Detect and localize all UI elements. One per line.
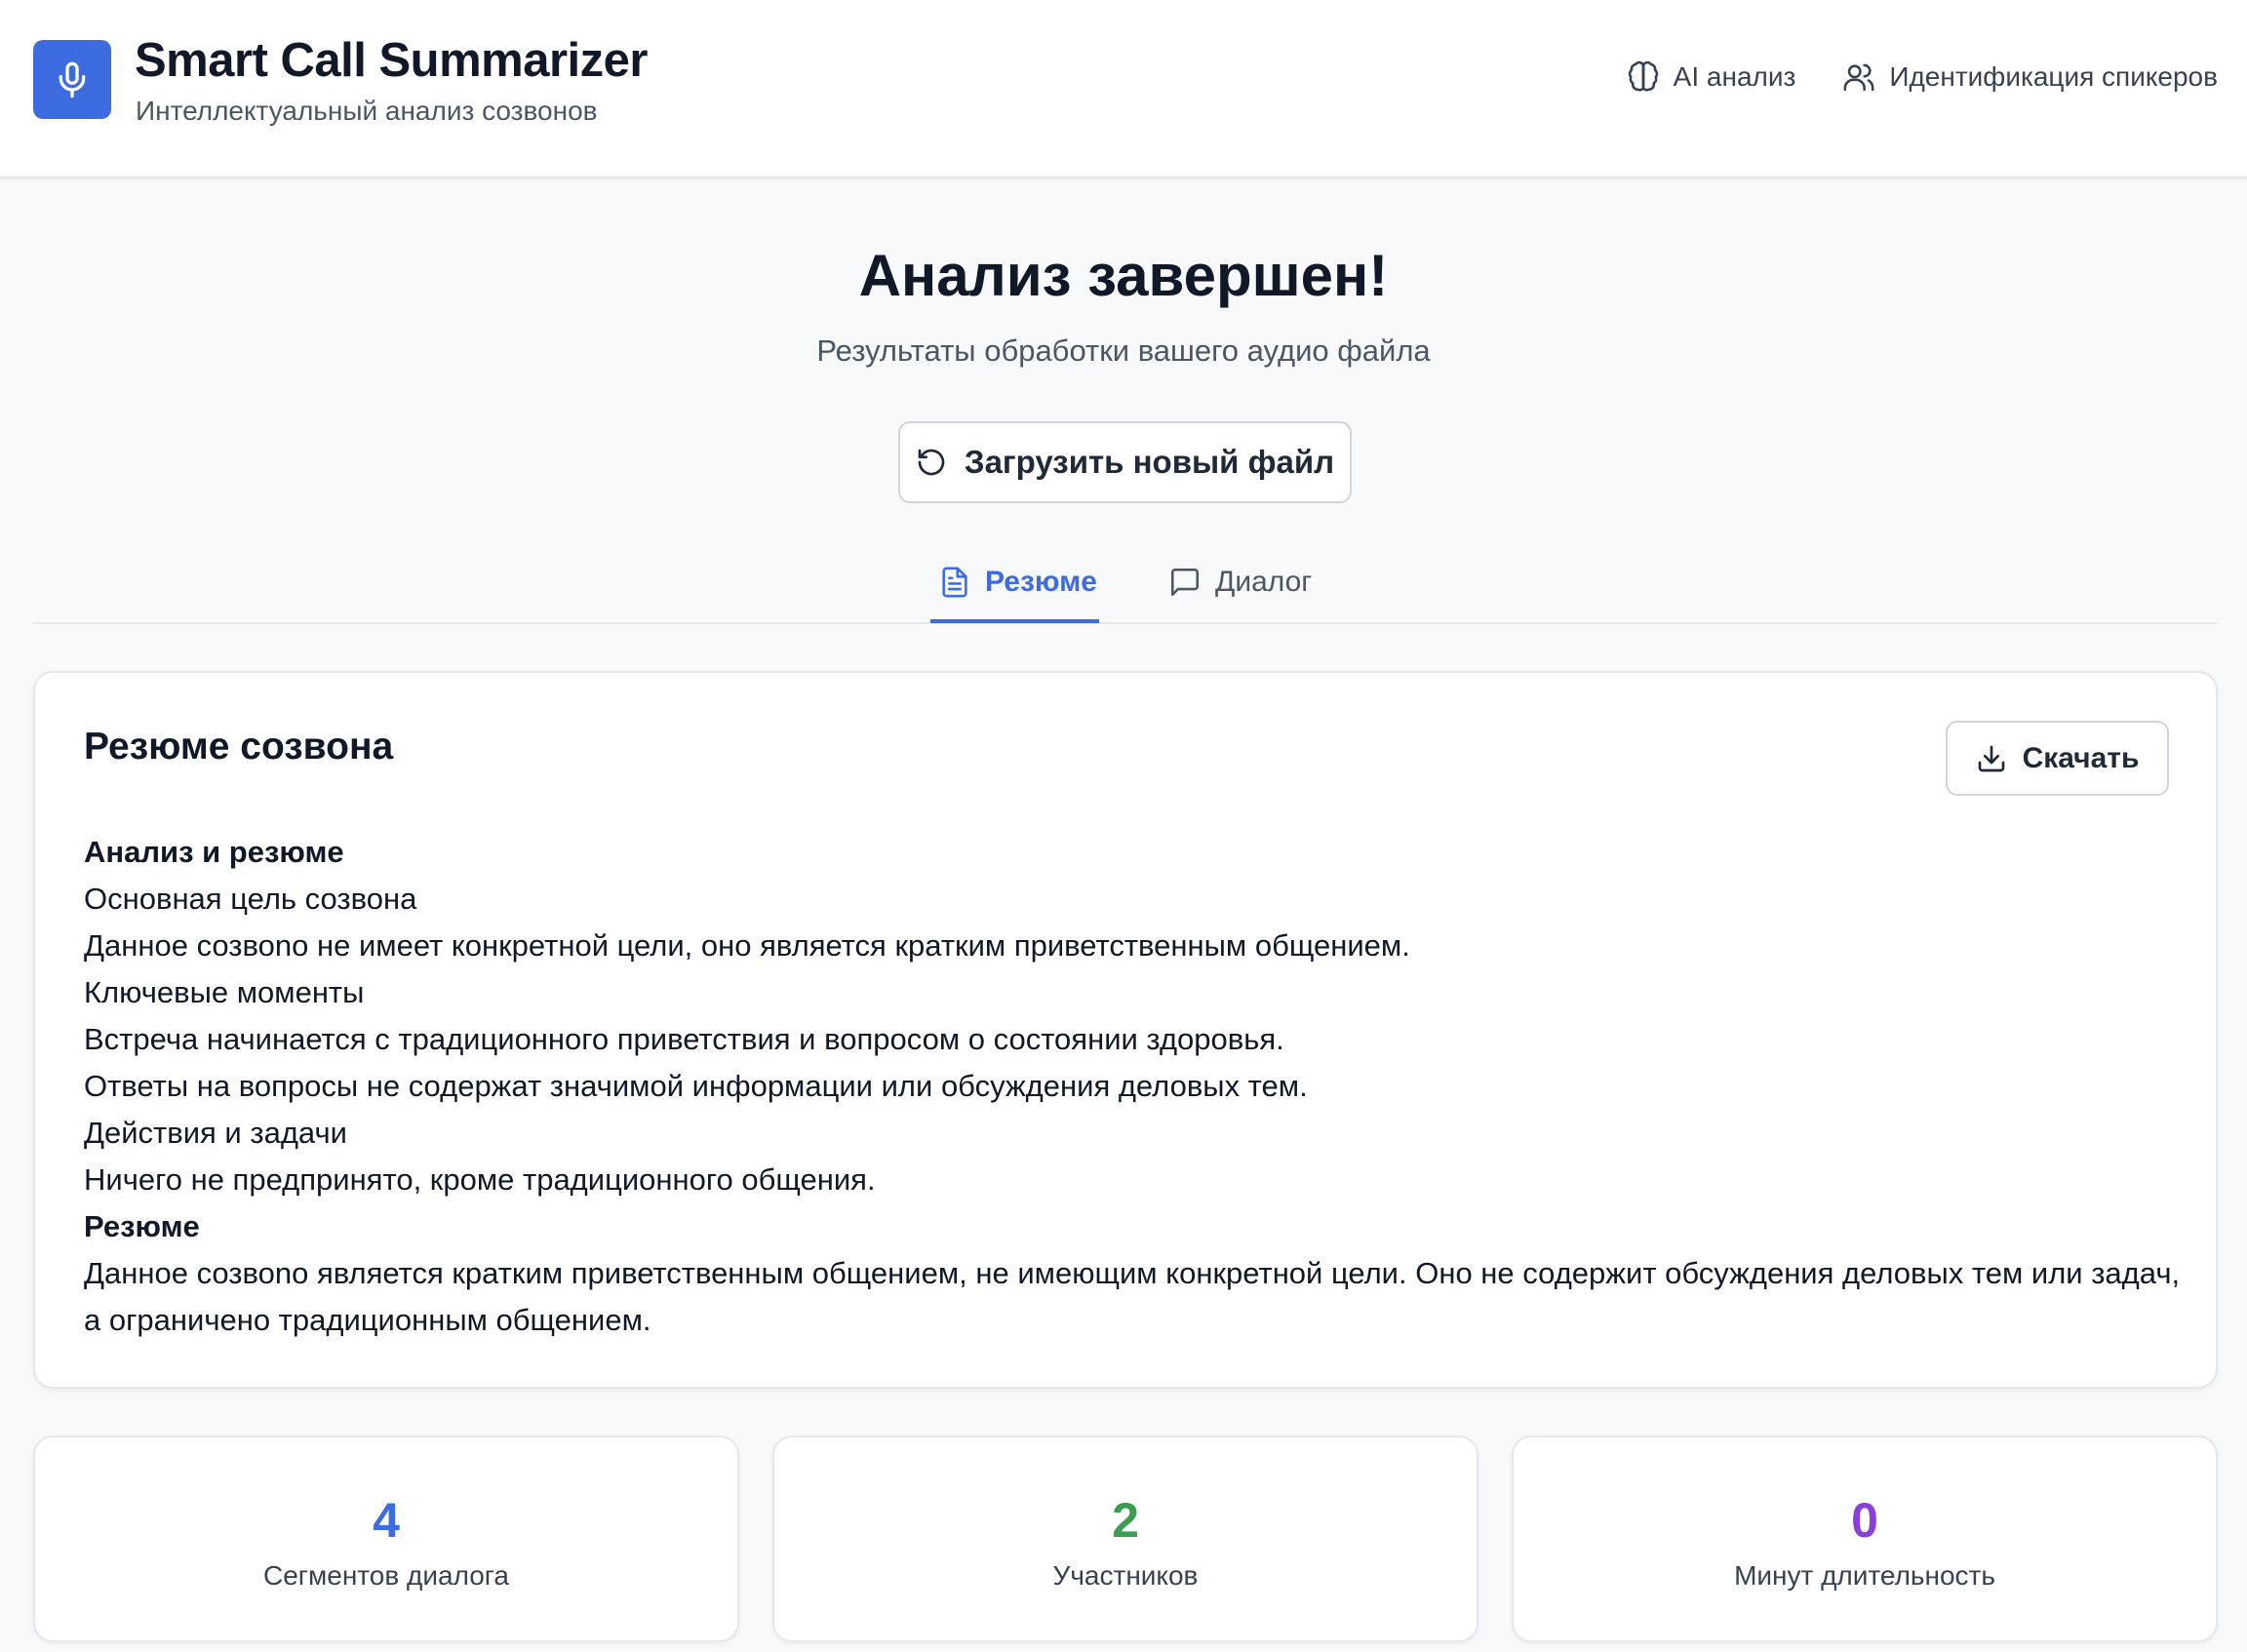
tab-dialog-label: Диалог <box>1215 566 1313 598</box>
summary-line: Ответы на вопросы не содержат значимой и… <box>84 1069 1308 1103</box>
app-header: Smart Call Summarizer Интеллектуальный а… <box>0 0 2247 178</box>
nav-speaker-identification[interactable]: Идентификация спикеров <box>1842 60 2218 94</box>
stat-label-segments: Сегментов диалога <box>263 1560 509 1591</box>
summary-card-title: Резюме созвона <box>84 726 394 767</box>
tabs-divider <box>33 622 2218 624</box>
upload-new-file-button[interactable]: Загрузить новый файл <box>898 421 1352 503</box>
summary-line: Анализ и резюме <box>84 835 344 869</box>
page-subtitle: Результаты обработки вашего аудио файла <box>816 334 1431 368</box>
tab-summary-label: Резюме <box>985 566 1097 598</box>
header-nav: AI анализ Идентификация спикеров <box>1627 60 2218 94</box>
stat-card-segments: 4 Сегментов диалога <box>33 1436 739 1642</box>
summary-line: Данное созвоno является кратким приветст… <box>84 1256 2181 1337</box>
summary-line: Встреча начинается с традиционного приве… <box>84 1022 1284 1056</box>
summary-card: Резюме созвона Скачать Анализ и резюме О… <box>33 671 2218 1389</box>
stat-label-duration: Минут длительность <box>1734 1560 1995 1591</box>
rotate-ccw-icon <box>918 449 945 476</box>
nav-speaker-identification-label: Идентификация спикеров <box>1889 61 2218 92</box>
download-label: Скачать <box>2022 741 2140 774</box>
tab-summary[interactable]: Резюме <box>938 566 1097 599</box>
stat-value-participants: 2 <box>1112 1493 1139 1548</box>
summary-line: Основная цель созвона <box>84 882 417 916</box>
nav-ai-analysis-label: AI анализ <box>1673 61 1796 92</box>
download-icon <box>1978 745 2004 771</box>
active-tab-indicator <box>930 619 1099 623</box>
microphone-icon <box>59 61 86 98</box>
nav-ai-analysis[interactable]: AI анализ <box>1627 60 1796 94</box>
stat-value-duration: 0 <box>1851 1493 1878 1548</box>
users-icon <box>1843 63 1874 92</box>
download-button[interactable]: Скачать <box>1946 721 2169 796</box>
summary-line: Ключевые моменты <box>84 975 365 1009</box>
page-title: Анализ завершен! <box>858 243 1389 308</box>
brain-icon <box>1628 60 1658 92</box>
stat-label-participants: Участников <box>1052 1560 1199 1591</box>
summary-line: Резюме <box>84 1209 200 1243</box>
upload-new-file-label: Загрузить новый файл <box>964 444 1335 480</box>
summary-line: Ничего не предпринято, кроме традиционно… <box>84 1162 876 1197</box>
app-title: Smart Call Summarizer <box>135 34 649 87</box>
tab-dialog[interactable]: Диалог <box>1168 566 1312 599</box>
file-text-icon <box>942 567 967 598</box>
summary-text: Анализ и резюме Основная цель созвона Да… <box>84 829 2181 1344</box>
app-subtitle: Интеллектуальный анализ созвонов <box>136 96 598 126</box>
summary-line: Действия и задачи <box>84 1116 347 1150</box>
stat-value-segments: 4 <box>373 1493 400 1548</box>
stat-card-participants: 2 Участников <box>772 1436 1478 1642</box>
stat-card-duration: 0 Минут длительность <box>1512 1436 2218 1642</box>
summary-line: Данное созвоno не имеет конкретной цели,… <box>84 928 1410 963</box>
message-square-icon <box>1170 568 1200 597</box>
app-logo <box>33 40 111 119</box>
